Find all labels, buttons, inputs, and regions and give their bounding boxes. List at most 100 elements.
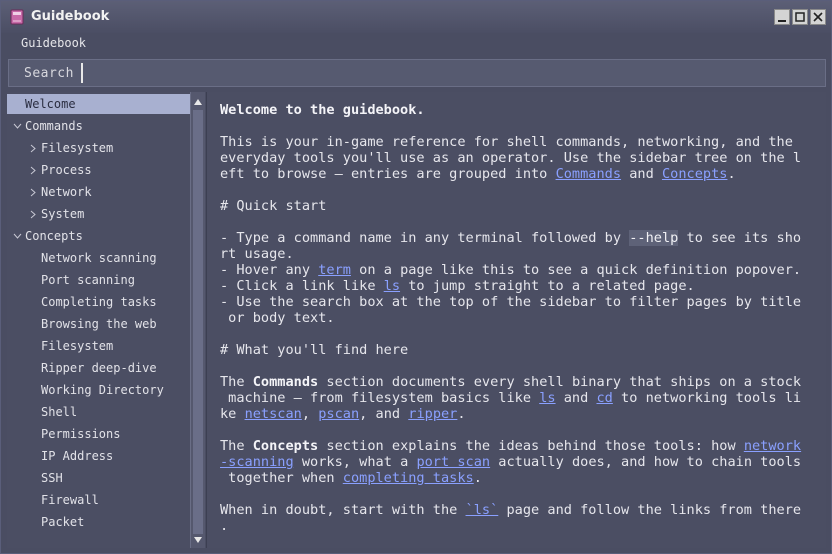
sidebar-scrollbar[interactable] — [190, 92, 205, 548]
sidebar-item-label: Concepts — [25, 229, 83, 243]
search-input[interactable] — [81, 63, 821, 83]
quick-start-item-2: - Hover any term on a page like this to … — [220, 262, 802, 278]
closing-line-2: . — [220, 518, 229, 534]
sidebar-item-ripper-deep-dive[interactable]: Ripper deep-dive — [7, 358, 190, 378]
quick-start-item-1-cont: rt usage. — [220, 246, 294, 262]
sidebar-item-completing-tasks[interactable]: Completing tasks — [7, 292, 190, 312]
section-heading-find: # What you'll find here — [220, 342, 409, 358]
sidebar-item-label: Packet — [41, 515, 85, 529]
sidebar-item-label: Commands — [25, 119, 83, 133]
book-icon — [10, 9, 24, 25]
sidebar-item-browsing-the-web[interactable]: Browsing the web — [7, 314, 190, 334]
maximize-button[interactable] — [792, 9, 808, 25]
minimize-button[interactable] — [774, 9, 790, 25]
chevron-right-icon[interactable] — [29, 166, 37, 175]
sidebar-item-label: Ripper deep-dive — [41, 361, 157, 375]
menu-bar: Guidebook — [1, 33, 831, 55]
title-bar[interactable]: Guidebook — [1, 1, 831, 33]
page-title: Welcome to the guidebook. — [220, 102, 425, 118]
link-ripper[interactable]: ripper — [408, 406, 457, 422]
link-term[interactable]: term — [318, 262, 351, 278]
sidebar-item-system[interactable]: System — [7, 204, 190, 224]
sidebar-item-label: IP Address — [41, 449, 114, 463]
sidebar-item-ip-address[interactable]: IP Address — [7, 446, 190, 466]
search-label: Search — [24, 66, 74, 81]
sidebar-item-label: SSH — [41, 471, 63, 485]
link-commands[interactable]: Commands — [556, 166, 621, 182]
chevron-right-icon[interactable] — [29, 188, 37, 197]
help-flag-code: --help — [629, 230, 679, 246]
concepts-para-line-1: The Concepts section explains the ideas … — [220, 438, 802, 454]
link-netscan[interactable]: netscan — [245, 406, 302, 422]
close-button[interactable] — [810, 9, 826, 25]
concepts-para-line-2: -scanning works, what a port scan actual… — [220, 454, 802, 470]
sidebar-item-label: Shell — [41, 405, 78, 419]
scroll-down-icon[interactable] — [193, 535, 203, 545]
sidebar-item-working-directory[interactable]: Working Directory — [7, 380, 190, 400]
commands-para-line-1: The Commands section documents every she… — [220, 374, 802, 390]
intro-line-1: This is your in-game reference for shell… — [220, 134, 793, 150]
search-bar: Search — [8, 59, 826, 87]
chevron-right-icon[interactable] — [29, 210, 37, 219]
sidebar-item-commands[interactable]: Commands — [7, 116, 190, 136]
quick-start-item-3: - Click a link like ls to jump straight … — [220, 278, 695, 294]
sidebar-item-label: Working Directory — [41, 383, 164, 397]
close-icon — [813, 12, 823, 22]
link-ls[interactable]: ls — [384, 278, 400, 294]
sidebar-item-concepts[interactable]: Concepts — [7, 226, 190, 246]
sidebar-item-firewall[interactable]: Firewall — [7, 490, 190, 510]
link-network-scanning[interactable]: network — [744, 438, 801, 454]
sidebar-item-network[interactable]: Network — [7, 182, 190, 202]
sidebar-item-label: Process — [41, 163, 92, 177]
sidebar-item-filesystem[interactable]: Filesystem — [7, 138, 190, 158]
link-port-scan[interactable]: port scan — [416, 454, 490, 470]
link-completing-tasks[interactable]: completing tasks — [343, 470, 474, 486]
sidebar-item-label: Welcome — [25, 97, 76, 111]
intro-line-3: eft to browse — entries are grouped into… — [220, 166, 736, 182]
link-network-scanning-cont[interactable]: -scanning — [220, 454, 294, 470]
sidebar-item-label: Firewall — [41, 493, 99, 507]
guide-content: Welcome to the guidebook. This is your i… — [206, 92, 826, 548]
quick-start-item-1: - Type a command name in any terminal fo… — [220, 230, 802, 246]
link-ls[interactable]: ls — [539, 390, 555, 406]
closing-line-1: When in doubt, start with the `ls` page … — [220, 502, 802, 518]
guidebook-window: Guidebook Guidebook Search Welcome Comma… — [0, 0, 832, 554]
commands-para-line-2: machine — from filesystem basics like ls… — [220, 390, 802, 406]
sidebar-item-label: Completing tasks — [41, 295, 157, 309]
sidebar-item-label: Browsing the web — [41, 317, 157, 331]
sidebar-item-label: Filesystem — [41, 141, 114, 155]
sidebar-item-concept-filesystem[interactable]: Filesystem — [7, 336, 190, 356]
link-cd[interactable]: cd — [596, 390, 612, 406]
intro-line-2: everyday tools you'll use as an operator… — [220, 150, 802, 166]
sidebar-item-permissions[interactable]: Permissions — [7, 424, 190, 444]
menu-guidebook[interactable]: Guidebook — [21, 36, 86, 50]
sidebar-item-shell[interactable]: Shell — [7, 402, 190, 422]
section-heading-quick-start: # Quick start — [220, 198, 327, 214]
sidebar-item-label: Filesystem — [41, 339, 114, 353]
link-ls-page[interactable]: `ls` — [466, 502, 499, 518]
concepts-para-line-3: together when completing tasks. — [220, 470, 482, 486]
sidebar-item-ssh[interactable]: SSH — [7, 468, 190, 488]
chevron-right-icon[interactable] — [29, 144, 37, 153]
sidebar-item-welcome[interactable]: Welcome — [7, 94, 190, 114]
commands-para-line-3: ke netscan, pscan, and ripper. — [220, 406, 466, 422]
chevron-down-icon[interactable] — [13, 122, 22, 130]
scrollbar-thumb[interactable] — [193, 110, 203, 534]
sidebar-item-label: Network scanning — [41, 251, 157, 265]
sidebar-item-packet[interactable]: Packet — [7, 512, 190, 532]
chevron-down-icon[interactable] — [13, 232, 22, 240]
sidebar-item-label: System — [41, 207, 85, 221]
sidebar-item-label: Port scanning — [41, 273, 135, 287]
link-pscan[interactable]: pscan — [318, 406, 359, 422]
sidebar-tree: Welcome Commands Filesystem Process Netw… — [7, 92, 190, 548]
sidebar-item-port-scanning[interactable]: Port scanning — [7, 270, 190, 290]
sidebar-item-process[interactable]: Process — [7, 160, 190, 180]
quick-start-item-4: - Use the search box at the top of the s… — [220, 294, 802, 310]
window-title: Guidebook — [31, 9, 110, 24]
quick-start-item-4-cont: or body text. — [220, 310, 335, 326]
scroll-up-icon[interactable] — [193, 97, 203, 107]
minimize-icon — [778, 20, 786, 22]
sidebar-item-label: Permissions — [41, 427, 121, 441]
sidebar-item-network-scanning[interactable]: Network scanning — [7, 248, 190, 268]
link-concepts[interactable]: Concepts — [662, 166, 727, 182]
